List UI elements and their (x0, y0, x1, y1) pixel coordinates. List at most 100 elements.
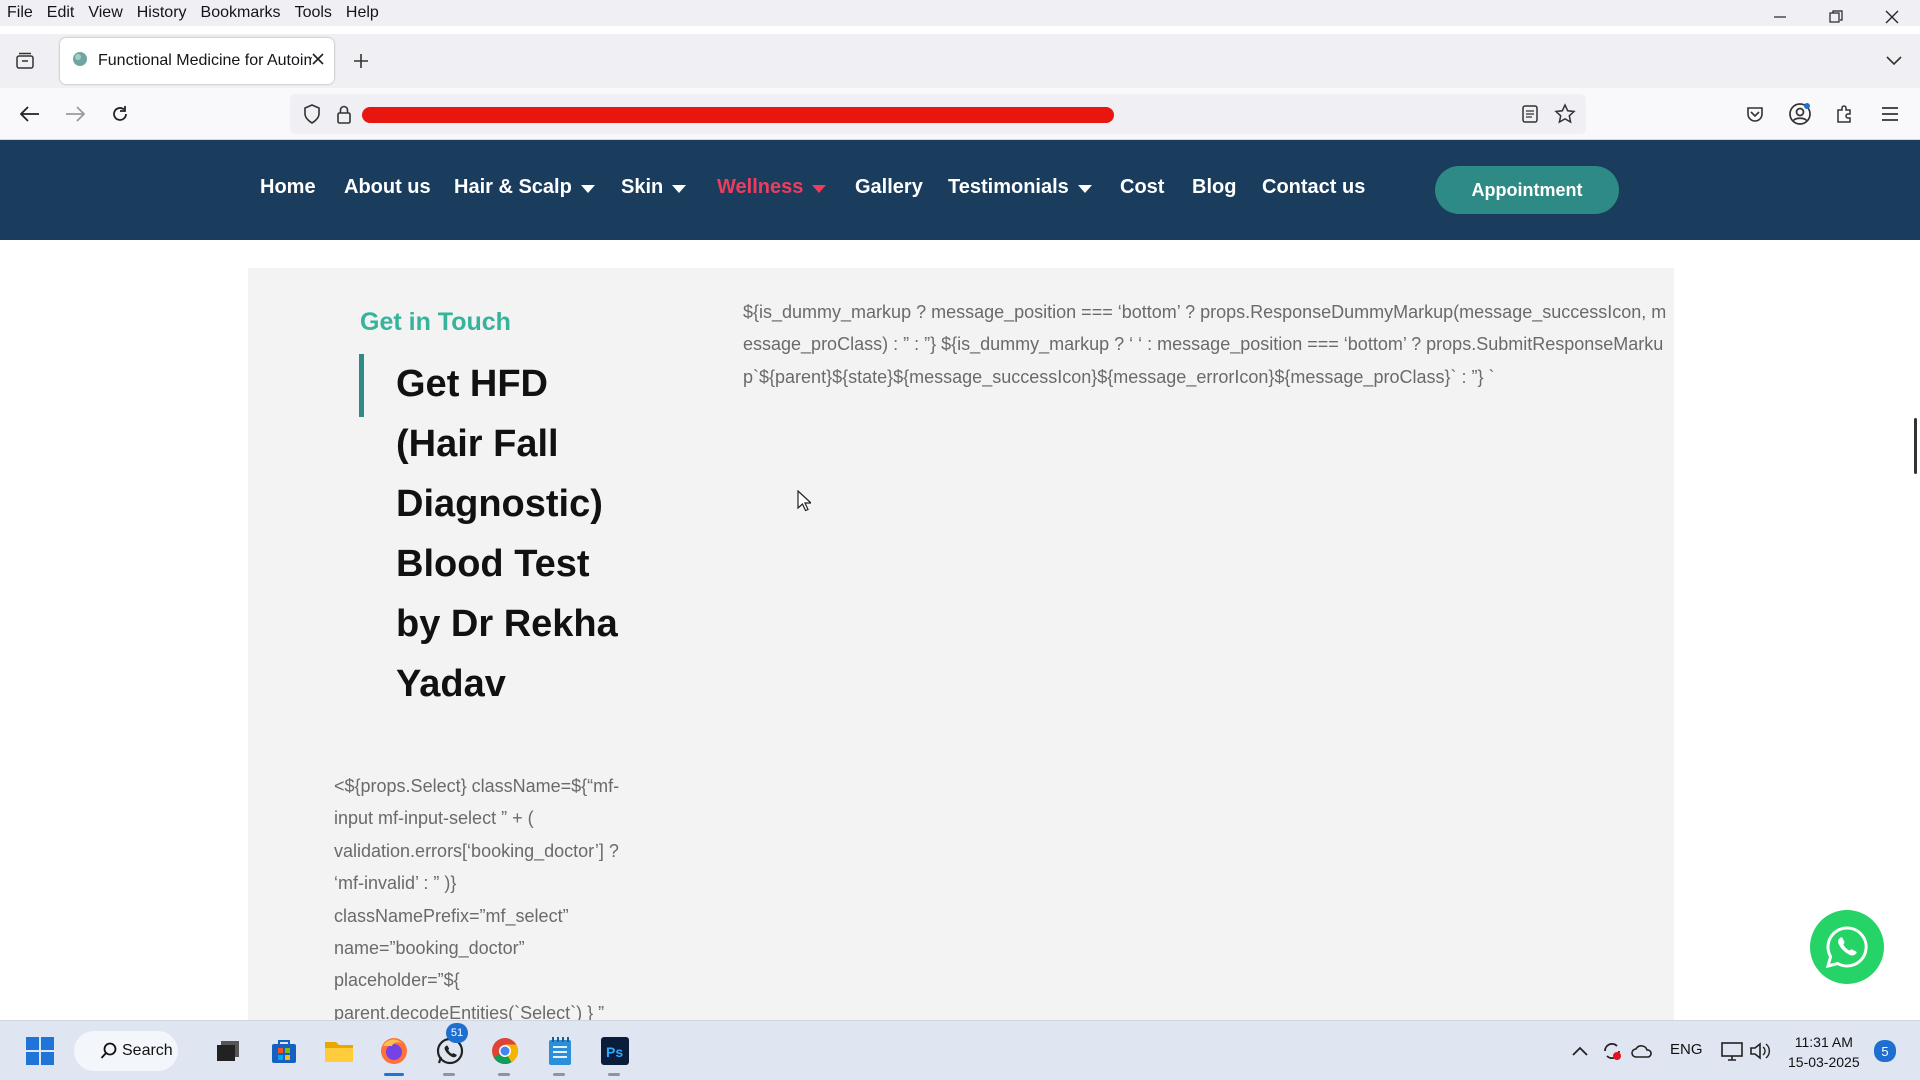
nav-gallery-label: Gallery (855, 176, 923, 198)
heading-line: Blood Test (396, 543, 590, 585)
chrome-running-indicator (498, 1073, 510, 1076)
microsoft-store-icon[interactable] (264, 1031, 304, 1071)
window-controls (1752, 0, 1920, 34)
raw-select-markup: <${props.Select} className=${“mf-input m… (334, 776, 620, 1020)
heading-line: Yadav (396, 663, 506, 705)
raw-response-markup: ${is_dummy_markup ? message_position ===… (743, 302, 1667, 387)
new-tab-icon[interactable] (345, 45, 377, 77)
nav-blog[interactable]: Blog (1192, 176, 1236, 199)
whatsapp-chat-button[interactable] (1810, 910, 1884, 984)
photoshop-running-indicator (608, 1073, 620, 1076)
menu-view[interactable]: View (81, 4, 129, 22)
nav-hair-scalp[interactable]: Hair & Scalp (454, 176, 595, 199)
nav-contact-label: Contact us (1262, 176, 1366, 198)
nav-about-label: About us (344, 176, 431, 198)
nav-testimonials-label: Testimonials (948, 176, 1069, 198)
nav-testimonials[interactable]: Testimonials (948, 176, 1092, 199)
section-eyebrow: Get in Touch (360, 308, 511, 336)
nav-skin-label: Skin (621, 176, 664, 198)
search-icon (100, 1042, 118, 1065)
page-scrollbar[interactable] (1914, 418, 1917, 474)
language-indicator[interactable]: ENG (1670, 1041, 1703, 1058)
svg-text:Ps: Ps (606, 1044, 623, 1060)
close-tab-icon[interactable] (312, 52, 324, 70)
taskbar-search[interactable]: Search (74, 1031, 178, 1071)
nav-hair-scalp-label: Hair & Scalp (454, 176, 572, 198)
whatsapp-icon (1825, 926, 1868, 969)
extensions-icon[interactable] (1829, 98, 1861, 130)
close-window-button[interactable] (1864, 0, 1920, 34)
nav-wellness[interactable]: Wellness (717, 176, 827, 199)
site-favicon-icon (72, 51, 88, 72)
lock-icon[interactable] (328, 98, 360, 130)
redacted-url (362, 107, 1114, 123)
contact-section: Get in Touch Get HFD (Hair Fall Diagnost… (248, 268, 1674, 1020)
tab-active[interactable]: Functional Medicine for Autoim (60, 38, 334, 84)
menu-bar: File Edit View History Bookmarks Tools H… (0, 0, 1920, 26)
heading-accent-bar (359, 354, 364, 417)
reader-view-icon[interactable] (1514, 98, 1546, 130)
caret-down-icon (1077, 184, 1092, 193)
menu-help[interactable]: Help (339, 4, 386, 22)
reload-icon[interactable] (104, 98, 136, 130)
nav-toolbar (0, 88, 1920, 140)
minimize-button[interactable] (1752, 0, 1808, 34)
nav-cost[interactable]: Cost (1120, 176, 1164, 199)
nav-contact[interactable]: Contact us (1262, 176, 1365, 199)
back-arrow-icon[interactable] (14, 98, 46, 130)
list-tabs-chevron-icon[interactable] (1878, 45, 1910, 77)
nav-home-label: Home (260, 176, 316, 198)
caret-down-icon (812, 184, 827, 193)
whatsapp-running-indicator (443, 1073, 455, 1076)
appointment-button[interactable]: Appointment (1435, 166, 1619, 214)
tab-bar: Functional Medicine for Autoim (0, 34, 1920, 88)
app-menu-icon[interactable] (1874, 98, 1906, 130)
volume-icon[interactable] (1740, 1031, 1780, 1071)
firefox-active-indicator (384, 1073, 404, 1076)
nav-skin[interactable]: Skin (621, 176, 687, 199)
nav-about[interactable]: About us (344, 176, 431, 199)
notepad-icon[interactable] (540, 1031, 580, 1071)
restore-button[interactable] (1808, 0, 1864, 34)
heading-line: by Dr Rekha (396, 603, 618, 645)
caret-down-icon (580, 184, 595, 193)
heading-line: (Hair Fall (396, 423, 559, 465)
heading-line: Get HFD (396, 363, 548, 405)
windows-start-icon[interactable] (20, 1031, 60, 1071)
photoshop-icon[interactable]: Ps (595, 1031, 635, 1071)
clock-date: 15-03-2025 (1788, 1054, 1860, 1070)
menu-file[interactable]: File (0, 4, 40, 22)
chrome-icon[interactable] (485, 1031, 525, 1071)
bookmark-star-icon[interactable] (1549, 98, 1581, 130)
file-explorer-icon[interactable] (319, 1031, 359, 1071)
nav-cost-label: Cost (1120, 176, 1165, 198)
cloud-tray-icon[interactable] (1622, 1031, 1662, 1071)
forward-arrow-icon[interactable] (59, 98, 91, 130)
url-bar[interactable] (290, 94, 1586, 134)
menu-history[interactable]: History (130, 4, 194, 22)
tab-title: Functional Medicine for Autoim (98, 52, 312, 69)
nav-blog-label: Blog (1192, 176, 1237, 198)
heading-line: Diagnostic) (396, 483, 603, 525)
menu-edit[interactable]: Edit (40, 4, 82, 22)
tracking-shield-icon[interactable] (296, 98, 328, 130)
page-heading: Get HFD (Hair Fall Diagnostic) Blood Tes… (396, 354, 656, 714)
account-icon[interactable] (1784, 98, 1816, 130)
notepad-running-indicator (553, 1073, 565, 1076)
menu-tools[interactable]: Tools (288, 4, 339, 22)
nav-gallery[interactable]: Gallery (855, 176, 923, 199)
notification-count-badge[interactable]: 5 (1874, 1040, 1896, 1062)
mouse-cursor-icon (797, 489, 813, 517)
whatsapp-badge: 51 (446, 1023, 468, 1043)
pocket-icon[interactable] (1739, 98, 1771, 130)
menu-bookmarks[interactable]: Bookmarks (194, 4, 288, 22)
nav-home[interactable]: Home (260, 176, 316, 199)
taskbar: Search 51 Ps ENG 11:31 AM 15-03-2025 5 (0, 1020, 1920, 1080)
caret-down-icon (672, 184, 687, 193)
firefox-icon[interactable] (374, 1031, 414, 1071)
nav-wellness-label: Wellness (717, 176, 804, 198)
tab-overview-icon[interactable] (9, 45, 41, 77)
system-clock[interactable]: 11:31 AM 15-03-2025 (1788, 1032, 1860, 1072)
taskbar-search-label: Search (122, 1042, 173, 1059)
task-view-icon[interactable] (208, 1031, 248, 1071)
